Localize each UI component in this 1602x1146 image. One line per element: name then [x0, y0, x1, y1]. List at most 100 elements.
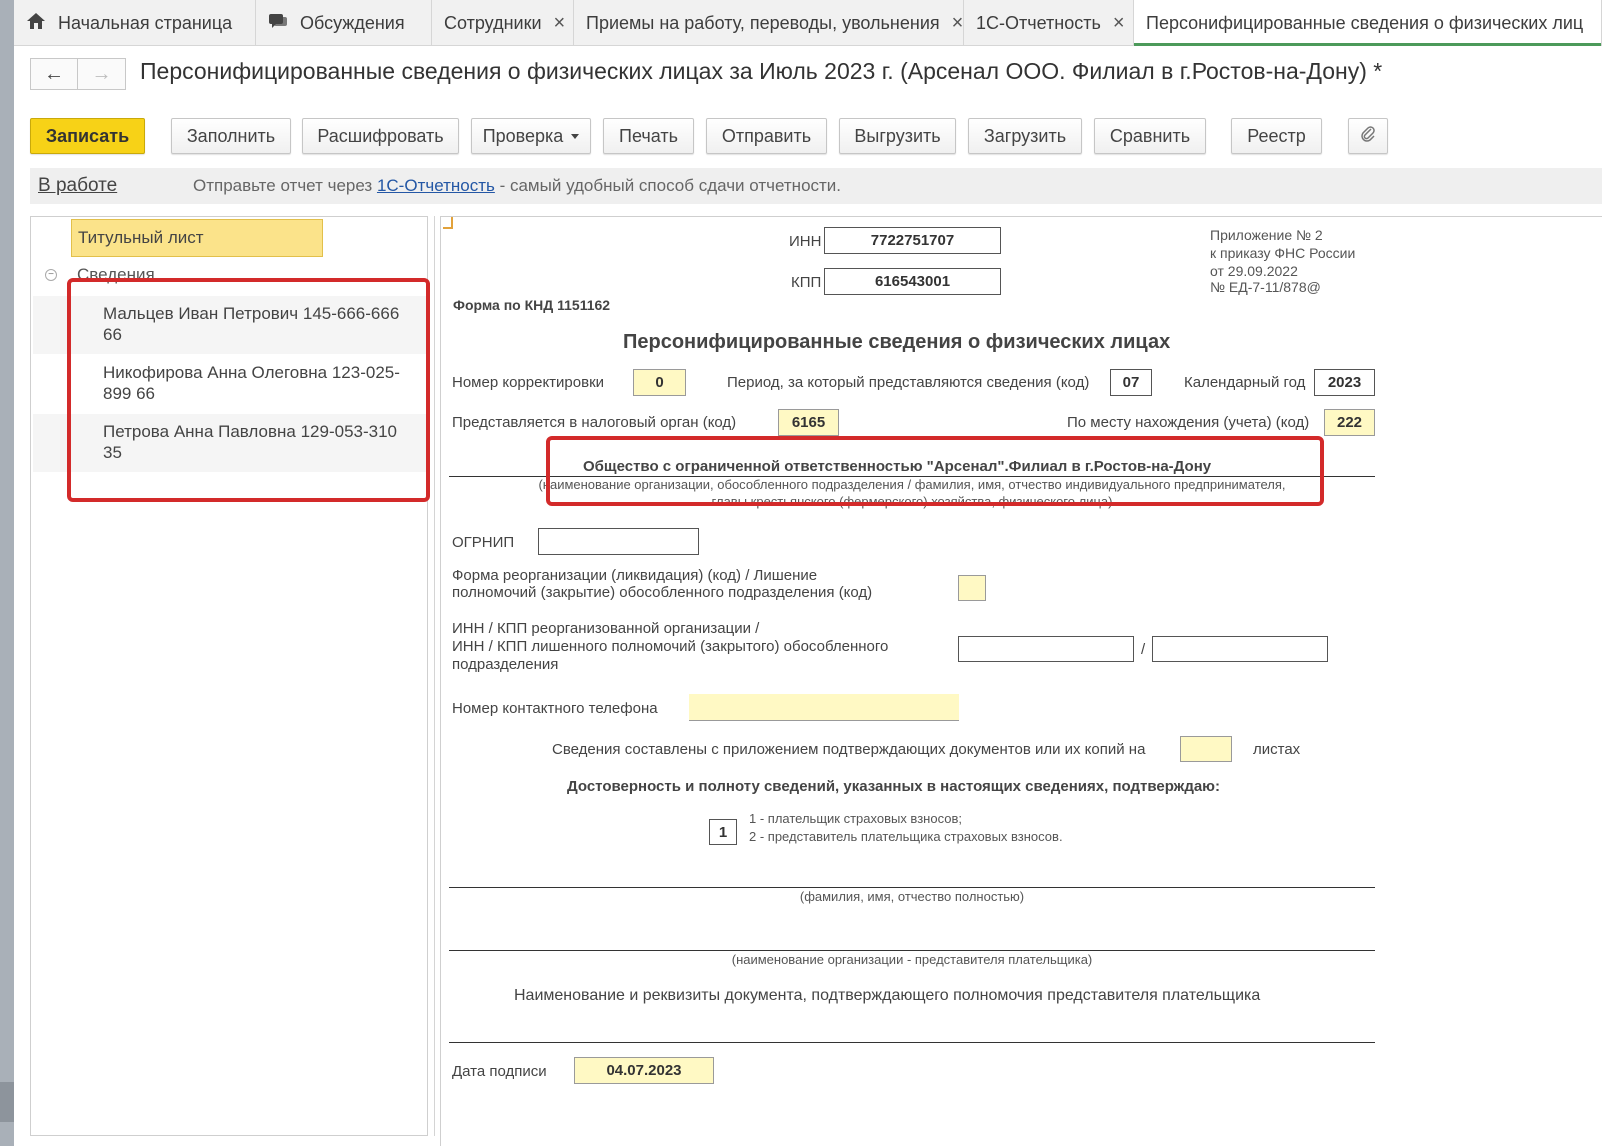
- period-label: Период, за который представляются сведен…: [727, 374, 1090, 391]
- export-button[interactable]: Выгрузить: [839, 118, 956, 154]
- reorg-kpp-field[interactable]: [1152, 636, 1328, 662]
- kpp-field[interactable]: 616543001: [824, 268, 1001, 295]
- signer-option: 2 - представитель плательщика страховых …: [749, 829, 1063, 844]
- reorg-inn-label: ИНН / КПП реорганизованной организации /: [452, 620, 760, 637]
- tree-item-person[interactable]: Мальцев Иван Петрович 145-666-666 66: [33, 296, 427, 354]
- period-field[interactable]: 07: [1110, 369, 1152, 396]
- sign-date-label: Дата подписи: [452, 1063, 547, 1080]
- tab-hiring[interactable]: Приемы на работу, переводы, увольнения ×: [574, 0, 964, 46]
- attached-pages-field[interactable]: [1180, 736, 1232, 762]
- ogrnip-field[interactable]: [538, 528, 699, 555]
- organization-name[interactable]: Общество с ограниченной ответственностью…: [583, 458, 1211, 475]
- tab-1c-reporting[interactable]: 1С-Отчетность ×: [964, 0, 1134, 46]
- correction-field[interactable]: 0: [633, 369, 686, 396]
- tab-label: Персонифицированные сведения о физически…: [1146, 12, 1584, 33]
- nav-buttons: ← →: [30, 58, 126, 90]
- tab-home[interactable]: Начальная страница: [14, 0, 256, 46]
- close-icon[interactable]: ×: [952, 12, 963, 35]
- tree-item-person[interactable]: Никофирова Анна Олеговна 123-025-899 66: [33, 355, 427, 413]
- rep-document-line[interactable]: [449, 1042, 1375, 1043]
- reorg-label: Форма реорганизации (ликвидация) (код) /…: [452, 567, 818, 584]
- phone-field[interactable]: [689, 694, 959, 721]
- compare-button[interactable]: Сравнить: [1094, 118, 1206, 154]
- tree-section-details[interactable]: − Сведения: [45, 265, 155, 285]
- rep-org-line[interactable]: [449, 950, 1375, 951]
- location-label: По месту нахождения (учета) (код): [1067, 414, 1310, 431]
- pages-label: листах: [1253, 741, 1301, 758]
- report-form: ИНН 7722751707 КПП 616543001 Приложение …: [440, 216, 1602, 1146]
- tree-section-label: Сведения: [77, 265, 155, 284]
- tab-label: Приемы на работу, переводы, увольнения: [586, 12, 940, 33]
- tab-label: Сотрудники: [444, 12, 542, 33]
- status-bar: В работе Отправьте отчет через 1С-Отчетн…: [30, 168, 1602, 204]
- correction-label: Номер корректировки: [452, 374, 605, 391]
- fill-button[interactable]: Заполнить: [171, 118, 291, 154]
- appendix-line: к приказу ФНС России: [1210, 245, 1356, 261]
- save-button[interactable]: Записать: [30, 118, 145, 154]
- close-icon[interactable]: ×: [1113, 12, 1125, 35]
- inn-label: ИНН: [789, 233, 822, 250]
- back-button[interactable]: ←: [30, 58, 78, 90]
- reporting-link[interactable]: 1С-Отчетность: [377, 176, 495, 195]
- form-heading: Персонифицированные сведения о физически…: [623, 331, 1171, 353]
- tree-item-person[interactable]: Петрова Анна Павловна 129-053-310 35: [33, 414, 427, 472]
- rep-org-caption: (наименование организации - представител…: [731, 952, 1093, 967]
- location-field[interactable]: 222: [1324, 409, 1375, 436]
- tax-authority-label: Представляется в налоговый орган (код): [452, 414, 737, 431]
- status-message-after: - самый удобный способ сдачи отчетности.: [494, 176, 842, 195]
- tab-label: 1С-Отчетность: [976, 12, 1101, 33]
- sections-panel: Титульный лист − Сведения Мальцев Иван П…: [30, 216, 428, 1136]
- sign-date-field[interactable]: 04.07.2023: [574, 1057, 714, 1084]
- attach-button[interactable]: [1348, 118, 1388, 154]
- appendix-line: Приложение № 2: [1210, 227, 1323, 243]
- home-icon: [26, 12, 46, 35]
- attached-docs-label: Сведения составлены с приложением подтве…: [552, 741, 1146, 758]
- reorg-inn-field[interactable]: [958, 636, 1134, 662]
- confirmation-heading: Достоверность и полноту сведений, указан…: [567, 778, 1220, 795]
- corner-marker: [443, 217, 453, 229]
- org-name-caption: (наименование организации, обособленного…: [538, 477, 1286, 492]
- tax-authority-field[interactable]: 6165: [778, 409, 839, 436]
- tab-employees[interactable]: Сотрудники ×: [432, 0, 574, 46]
- chat-icon: [268, 12, 288, 35]
- tab-discussions[interactable]: Обсуждения: [256, 0, 432, 46]
- rep-document-label: Наименование и реквизиты документа, подт…: [514, 987, 1261, 1004]
- inn-field[interactable]: 7722751707: [824, 227, 1001, 254]
- appendix-line: от 29.09.2022: [1210, 263, 1298, 279]
- org-name-caption: главы крестьянского (фермерского) хозяйс…: [711, 494, 1113, 509]
- paperclip-icon: [1360, 125, 1376, 148]
- edge-handle: [0, 1082, 14, 1122]
- registry-button[interactable]: Реестр: [1231, 118, 1322, 154]
- fio-line[interactable]: [449, 887, 1375, 888]
- status-message-before: Отправьте отчет через: [193, 176, 377, 195]
- page-title: Персонифицированные сведения о физически…: [140, 58, 1383, 84]
- print-button[interactable]: Печать: [603, 118, 694, 154]
- signer-option: 1 - плательщик страховых взносов;: [749, 811, 962, 826]
- appendix-line: № ЕД-7-11/878@: [1210, 279, 1321, 295]
- tab-bar: Начальная страница Обсуждения Сотрудники…: [14, 0, 1602, 46]
- year-field[interactable]: 2023: [1314, 369, 1375, 396]
- signer-type-field[interactable]: 1: [709, 819, 737, 845]
- knd-code: Форма по КНД 1151162: [453, 297, 611, 313]
- tree-item-title-sheet[interactable]: Титульный лист: [71, 219, 323, 257]
- arrow-right-icon: →: [91, 62, 112, 85]
- reorg-label: полномочий (закрытие) обособленного подр…: [452, 584, 873, 601]
- check-dropdown-button[interactable]: Проверка: [471, 118, 591, 154]
- tab-label: Обсуждения: [300, 12, 405, 33]
- send-button[interactable]: Отправить: [706, 118, 827, 154]
- import-button[interactable]: Загрузить: [968, 118, 1082, 154]
- window-edge: [0, 0, 14, 1146]
- fio-caption: (фамилия, имя, отчество полностью): [799, 889, 1025, 904]
- reorg-code-field[interactable]: [958, 575, 986, 601]
- status-state-link[interactable]: В работе: [38, 175, 193, 197]
- status-message: Отправьте отчет через 1С-Отчетность - са…: [193, 176, 841, 196]
- inn-kpp-separator: /: [1141, 641, 1146, 658]
- caret-down-icon: [571, 133, 580, 139]
- ogrnip-label: ОГРНИП: [452, 534, 515, 551]
- tab-label: Начальная страница: [58, 12, 233, 33]
- decode-button[interactable]: Расшифровать: [302, 118, 459, 154]
- close-icon[interactable]: ×: [554, 12, 566, 35]
- forward-button[interactable]: →: [78, 58, 126, 90]
- tab-personal-data[interactable]: Персонифицированные сведения о физически…: [1134, 0, 1602, 46]
- collapse-icon[interactable]: −: [45, 269, 57, 281]
